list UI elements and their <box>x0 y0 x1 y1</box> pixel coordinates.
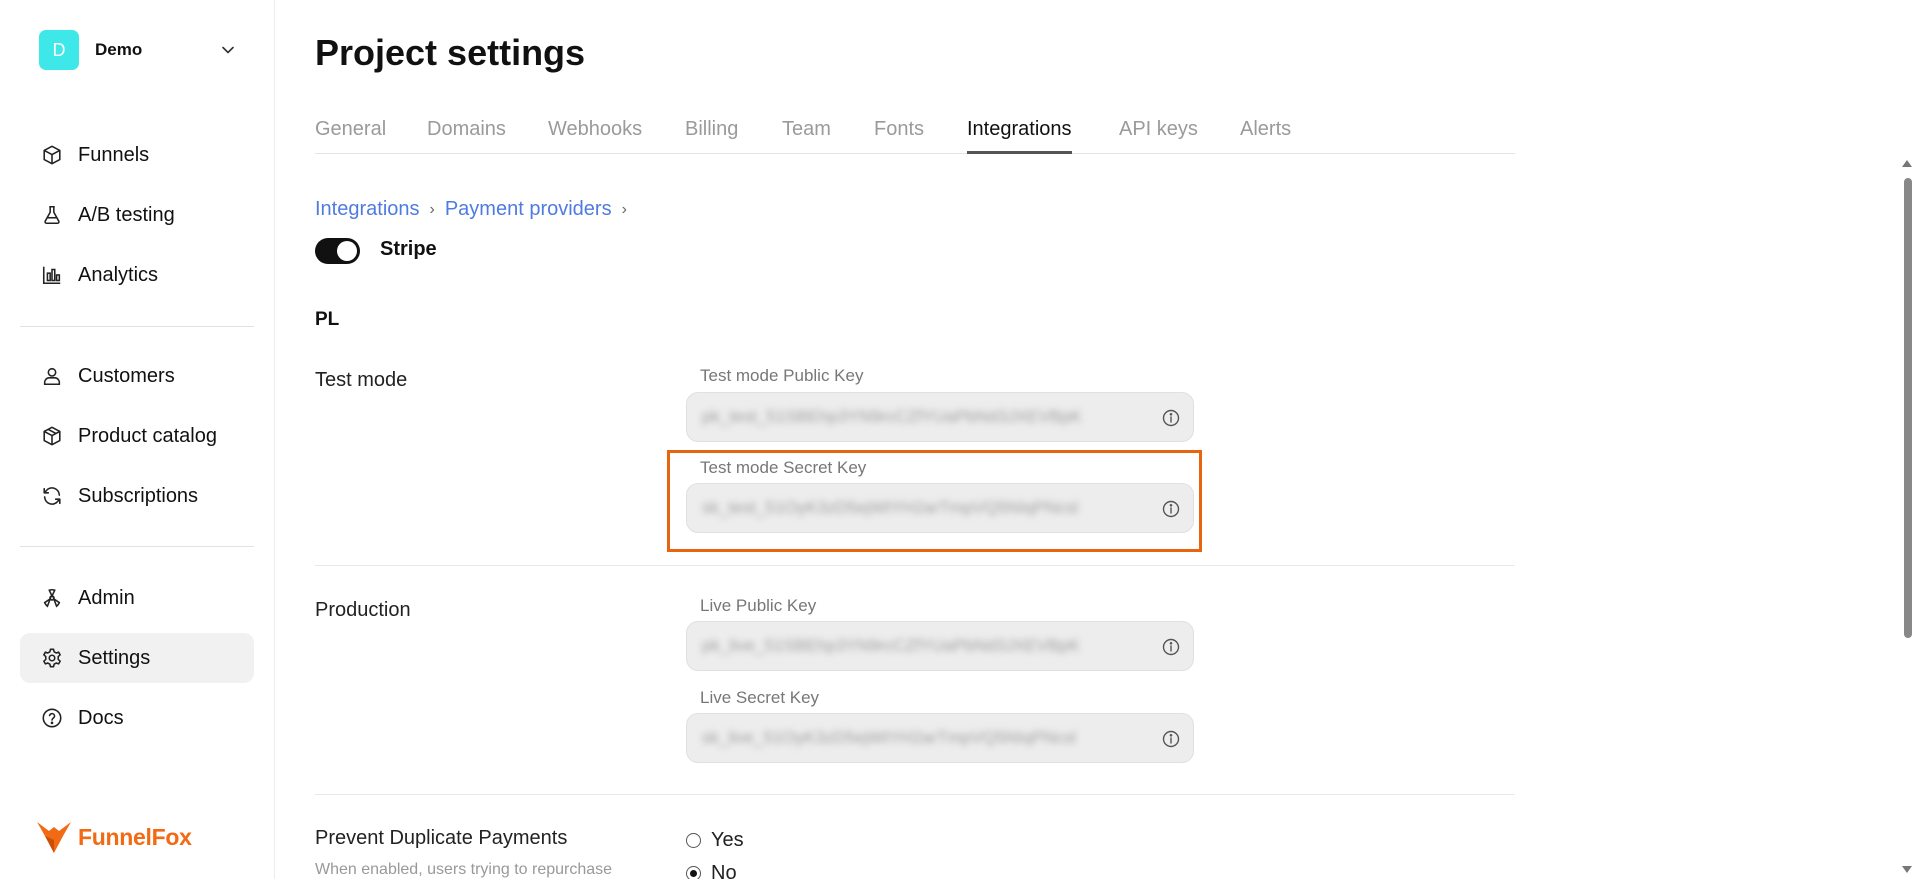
info-icon[interactable] <box>1161 637 1181 657</box>
chevron-right-icon: › <box>429 200 435 218</box>
scrollbar-thumb[interactable] <box>1904 178 1912 638</box>
flask-icon <box>40 203 64 227</box>
tab-team[interactable]: Team <box>782 118 831 154</box>
tab-alerts[interactable]: Alerts <box>1240 118 1291 154</box>
production-label: Production <box>315 599 411 621</box>
sidebar-item-label: A/B testing <box>78 203 175 226</box>
brand-logo: FunnelFox <box>36 820 192 854</box>
chevron-down-icon[interactable] <box>219 41 237 59</box>
test-public-key-label: Test mode Public Key <box>700 366 864 385</box>
user-icon <box>40 364 64 388</box>
info-icon[interactable] <box>1161 408 1181 428</box>
tab-billing[interactable]: Billing <box>685 118 738 154</box>
sidebar-item-label: Analytics <box>78 263 159 286</box>
tab-webhooks[interactable]: Webhooks <box>548 118 642 154</box>
sidebar-item-label: Product catalog <box>78 424 217 447</box>
sidebar-item-ab-testing[interactable]: A/B testing <box>20 190 254 240</box>
brand-name: FunnelFox <box>78 823 192 850</box>
breadcrumb: Integrations › Payment providers › <box>315 198 637 221</box>
stripe-enable-toggle[interactable] <box>315 238 360 264</box>
workspace-switcher[interactable]: D Demo <box>39 29 275 71</box>
sidebar-item-funnels[interactable]: Funnels <box>20 130 254 180</box>
sidebar-item-label: Funnels <box>78 143 150 166</box>
bar-chart-icon <box>40 263 64 287</box>
test-mode-label: Test mode <box>315 369 408 391</box>
sidebar-item-label: Admin <box>78 586 135 609</box>
radio-label: No <box>711 862 737 879</box>
workspace-name: Demo <box>95 40 143 59</box>
section-heading: PL <box>315 309 340 330</box>
test-public-key-value: pk_test_51SBEhp3YN9rcCZfYUaPbNd3JXEVBpK <box>702 407 1082 426</box>
tab-fonts[interactable]: Fonts <box>874 118 924 154</box>
admin-icon <box>40 586 64 610</box>
highlight-box <box>667 450 1202 552</box>
sidebar-item-settings[interactable]: Settings <box>20 633 254 683</box>
box-icon <box>40 424 64 448</box>
sidebar-divider <box>20 326 254 327</box>
cube-icon <box>40 143 64 167</box>
sidebar: D Demo Funnels A/B testing Analytics Cus… <box>0 0 275 879</box>
sidebar-item-subscriptions[interactable]: Subscriptions <box>20 471 254 521</box>
live-public-key-label: Live Public Key <box>700 596 817 615</box>
sidebar-item-label: Docs <box>78 706 124 729</box>
prevent-duplicate-help: When enabled, users trying to repurchase <box>315 861 613 878</box>
sidebar-item-product-catalog[interactable]: Product catalog <box>20 411 254 461</box>
chevron-right-icon: › <box>621 200 627 218</box>
scroll-up-arrow-icon[interactable] <box>1902 160 1912 167</box>
workspace-avatar: D <box>39 30 79 70</box>
tab-general[interactable]: General <box>315 118 386 154</box>
sidebar-item-label: Subscriptions <box>78 484 199 507</box>
section-divider <box>315 794 1515 795</box>
radio-button[interactable] <box>686 866 701 879</box>
scroll-down-arrow-icon[interactable] <box>1902 866 1912 873</box>
live-public-key-field[interactable]: pk_live_51SBEhp3YN9rcCZfYUaPbNd3JXEVBpK <box>686 621 1194 671</box>
provider-name: Stripe <box>380 238 437 260</box>
prevent-duplicate-label: Prevent Duplicate Payments <box>315 827 568 849</box>
gear-icon <box>40 646 64 670</box>
fox-logo-icon <box>37 822 71 853</box>
breadcrumb-payment-providers[interactable]: Payment providers <box>445 198 612 221</box>
info-icon[interactable] <box>1161 729 1181 749</box>
tab-integrations[interactable]: Integrations <box>967 118 1072 154</box>
radio-button[interactable] <box>686 833 701 848</box>
live-public-key-value: pk_live_51SBEhp3YN9rcCZfYUaPbNd3JXEVBpK <box>702 636 1080 655</box>
sidebar-item-admin[interactable]: Admin <box>20 573 254 623</box>
radio-option-yes[interactable]: Yes <box>686 829 744 852</box>
sidebar-item-label: Settings <box>78 646 151 669</box>
sidebar-divider <box>20 546 254 547</box>
radio-label: Yes <box>711 829 744 851</box>
sidebar-item-analytics[interactable]: Analytics <box>20 250 254 300</box>
sidebar-item-customers[interactable]: Customers <box>20 351 254 401</box>
help-circle-icon <box>40 706 64 730</box>
sidebar-item-label: Customers <box>78 364 175 387</box>
radio-option-no[interactable]: No <box>686 862 737 879</box>
breadcrumb-integrations[interactable]: Integrations <box>315 198 420 221</box>
live-secret-key-value: sk_live_51OyK3zD5ejWtYH2arTmpVQ5NIqPNcsl <box>702 728 1077 747</box>
live-secret-key-label: Live Secret Key <box>700 688 820 707</box>
live-secret-key-field[interactable]: sk_live_51OyK3zD5ejWtYH2arTmpVQ5NIqPNcsl <box>686 713 1194 763</box>
toggle-knob <box>337 241 357 261</box>
tab-domains[interactable]: Domains <box>427 118 506 154</box>
tab-api-keys[interactable]: API keys <box>1119 118 1198 154</box>
settings-tabs: General Domains Webhooks Billing Team Fo… <box>315 114 1515 154</box>
test-public-key-field[interactable]: pk_test_51SBEhp3YN9rcCZfYUaPbNd3JXEVBpK <box>686 392 1194 442</box>
section-divider <box>315 565 1515 566</box>
refresh-icon <box>40 484 64 508</box>
sidebar-item-docs[interactable]: Docs <box>20 693 254 743</box>
page-title: Project settings <box>315 32 586 73</box>
